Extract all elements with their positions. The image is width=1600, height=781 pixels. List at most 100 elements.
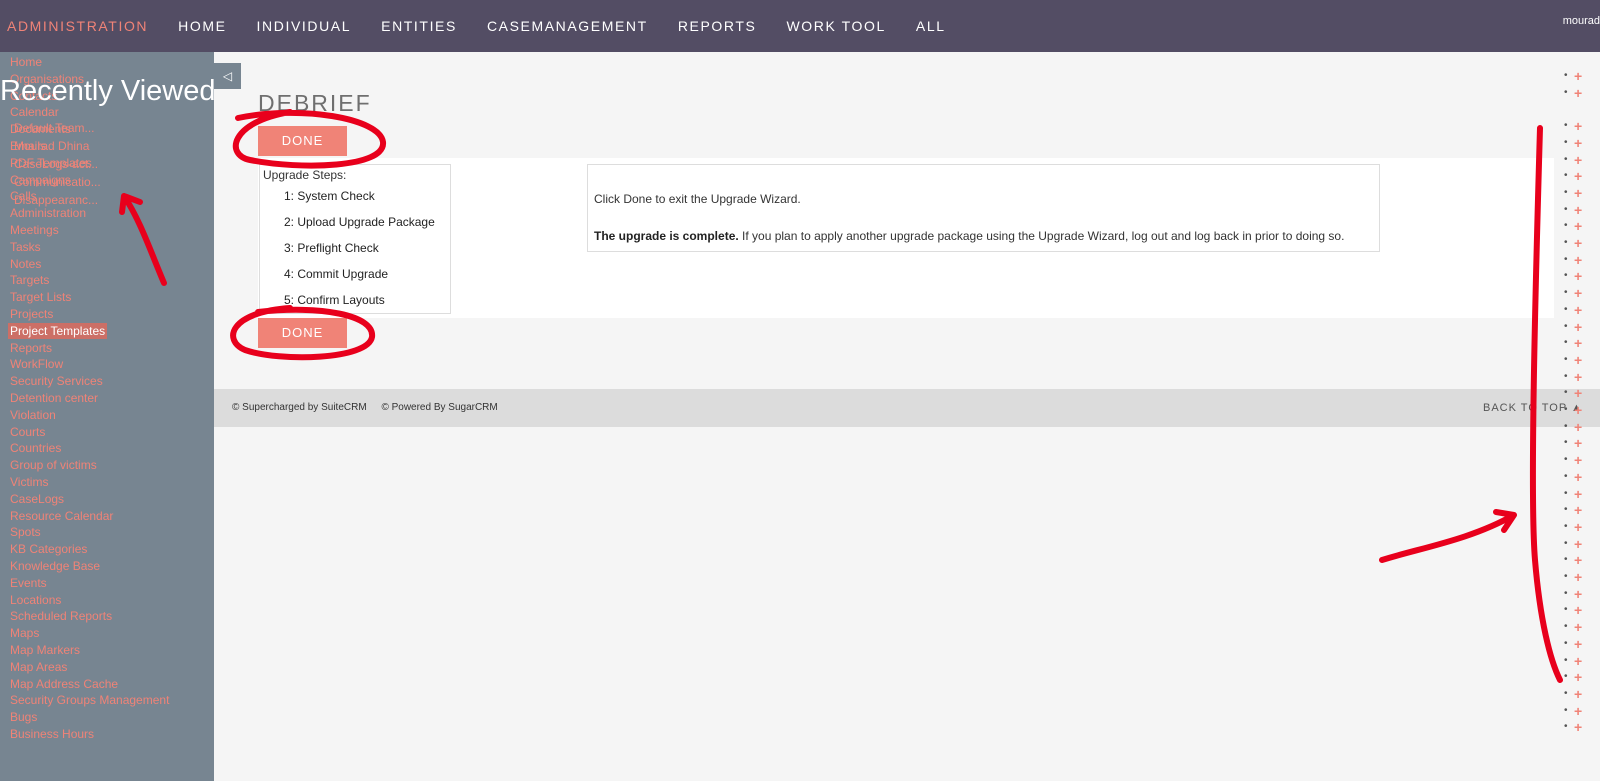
plus-icon[interactable]: + xyxy=(1574,285,1582,301)
bullet-icon: • xyxy=(1564,153,1568,165)
nav-administration[interactable]: ADMINISTRATION xyxy=(7,18,148,34)
plus-icon[interactable]: + xyxy=(1574,703,1582,719)
plus-icon[interactable]: + xyxy=(1574,619,1582,635)
plus-icon[interactable]: + xyxy=(1574,469,1582,485)
bullet-icon: • xyxy=(1564,86,1568,98)
sidebar-item[interactable]: Courts xyxy=(10,424,45,440)
nav-work-tool[interactable]: WORK TOOL xyxy=(786,18,885,34)
plus-icon[interactable]: + xyxy=(1574,369,1582,385)
recent-item[interactable]: Disappearanc... xyxy=(14,193,98,207)
plus-icon[interactable]: + xyxy=(1574,268,1582,284)
sidebar-item[interactable]: Locations xyxy=(10,592,61,608)
plus-icon[interactable]: + xyxy=(1574,536,1582,552)
recent-item[interactable]: Communicatio... xyxy=(14,175,101,189)
plus-icon[interactable]: + xyxy=(1574,68,1582,84)
nav-home[interactable]: HOME xyxy=(178,18,226,34)
collapse-sidebar-button[interactable]: ◁ xyxy=(214,63,241,89)
plus-icon[interactable]: + xyxy=(1574,218,1582,234)
sidebar-item[interactable]: Targets xyxy=(10,272,49,288)
recent-item[interactable]: Mourad Dhina xyxy=(14,139,89,153)
sidebar-item[interactable]: Spots xyxy=(10,524,41,540)
plus-icon[interactable]: + xyxy=(1574,319,1582,335)
recent-item[interactable]: CaseLogs-act... xyxy=(14,157,98,171)
sidebar-item[interactable]: Tasks xyxy=(10,239,41,255)
plus-icon[interactable]: + xyxy=(1574,152,1582,168)
plus-icon[interactable]: + xyxy=(1574,669,1582,685)
sidebar-item[interactable]: Countries xyxy=(10,440,61,456)
sidebar-item[interactable]: CaseLogs xyxy=(10,491,64,507)
plus-icon[interactable]: + xyxy=(1574,653,1582,669)
sidebar-item[interactable]: Victims xyxy=(10,474,48,490)
sidebar-item[interactable]: Business Hours xyxy=(10,726,94,742)
recent-item-label: Mourad Dhina xyxy=(14,139,90,153)
bullet-icon: • xyxy=(1564,571,1568,582)
done-button-bottom[interactable]: DONE xyxy=(258,318,347,348)
plus-icon[interactable]: + xyxy=(1574,586,1582,602)
user-menu[interactable]: mourad xyxy=(1563,15,1600,27)
sidebar-item[interactable]: Scheduled Reports xyxy=(10,608,112,624)
sidebar-item[interactable]: Events xyxy=(10,575,47,591)
nav-reports[interactable]: REPORTS xyxy=(678,18,757,34)
plus-icon[interactable]: + xyxy=(1574,602,1582,618)
sidebar-item[interactable]: Map Areas xyxy=(10,659,67,675)
plus-icon[interactable]: + xyxy=(1574,435,1582,451)
sidebar-item[interactable]: Project Templates xyxy=(8,322,108,339)
plus-icon[interactable]: + xyxy=(1574,452,1582,468)
nav-individual[interactable]: INDIVIDUAL xyxy=(257,18,352,34)
upgrade-step: 4: Commit Upgrade xyxy=(284,267,389,281)
plus-icon[interactable]: + xyxy=(1574,85,1582,101)
plus-icon[interactable]: + xyxy=(1574,636,1582,652)
nav-casemanagement[interactable]: CASEMANAGEMENT xyxy=(487,18,648,34)
plus-icon[interactable]: + xyxy=(1574,502,1582,518)
sidebar-item[interactable]: Target Lists xyxy=(10,289,71,305)
plus-icon[interactable]: + xyxy=(1574,135,1582,151)
bullet-icon: • xyxy=(1564,353,1568,365)
plus-icon[interactable]: + xyxy=(1574,252,1582,268)
plus-icon[interactable]: + xyxy=(1574,419,1582,435)
sidebar-item[interactable]: Violation xyxy=(10,407,56,423)
sidebar-item[interactable]: Bugs xyxy=(10,709,37,725)
plus-icon[interactable]: + xyxy=(1574,569,1582,585)
plus-icon[interactable]: + xyxy=(1574,202,1582,218)
plus-icon[interactable]: + xyxy=(1574,486,1582,502)
plus-icon[interactable]: + xyxy=(1574,402,1582,418)
sidebar-item[interactable]: Security Groups Management xyxy=(10,692,169,708)
sidebar-item[interactable]: Projects xyxy=(10,306,53,322)
sidebar-item[interactable]: Maps xyxy=(10,625,39,641)
plus-icon[interactable]: + xyxy=(1574,519,1582,535)
nav-entities[interactable]: ENTITIES xyxy=(381,18,457,34)
done-button-top[interactable]: DONE xyxy=(258,126,347,156)
plus-icon[interactable]: + xyxy=(1574,352,1582,368)
sidebar-item[interactable]: Security Services xyxy=(10,373,103,389)
recent-item-label: Communicatio... xyxy=(14,175,101,189)
plus-icon[interactable]: + xyxy=(1574,385,1582,401)
recent-item[interactable]: Default Team... xyxy=(14,121,94,135)
sidebar-item[interactable]: Map Address Cache xyxy=(10,676,118,692)
sidebar-item[interactable]: Resource Calendar xyxy=(10,508,113,524)
plus-icon[interactable]: + xyxy=(1574,719,1582,735)
sidebar-item[interactable]: Reports xyxy=(10,340,52,356)
sidebar-item[interactable]: Knowledge Base xyxy=(10,558,100,574)
sidebar-item[interactable]: WorkFlow xyxy=(10,356,63,372)
bullet-icon: • xyxy=(1564,454,1568,466)
powered-link[interactable]: © Powered By SugarCRM xyxy=(381,402,497,413)
plus-icon[interactable]: + xyxy=(1574,168,1582,184)
sidebar-item[interactable]: Administration xyxy=(10,205,86,221)
sidebar-item[interactable]: Group of victims xyxy=(10,457,97,473)
sidebar-item[interactable]: Map Markers xyxy=(10,642,80,658)
sidebar-item[interactable]: Meetings xyxy=(10,222,59,238)
sidebar-item[interactable]: Detention center xyxy=(10,390,98,406)
sidebar-item[interactable]: KB Categories xyxy=(10,541,87,557)
plus-icon[interactable]: + xyxy=(1574,235,1582,251)
supercharged-link[interactable]: © Supercharged by SuiteCRM xyxy=(232,402,367,413)
sidebar-item[interactable]: Home xyxy=(10,54,42,70)
plus-icon[interactable]: + xyxy=(1574,335,1582,351)
sidebar-item[interactable]: Notes xyxy=(10,256,41,272)
plus-icon[interactable]: + xyxy=(1574,302,1582,318)
nav-all[interactable]: ALL xyxy=(916,18,946,34)
plus-icon[interactable]: + xyxy=(1574,118,1582,134)
plus-icon[interactable]: + xyxy=(1574,552,1582,568)
plus-icon[interactable]: + xyxy=(1574,686,1582,702)
plus-icon[interactable]: + xyxy=(1574,185,1582,201)
bullet-icon: • xyxy=(1564,337,1568,349)
